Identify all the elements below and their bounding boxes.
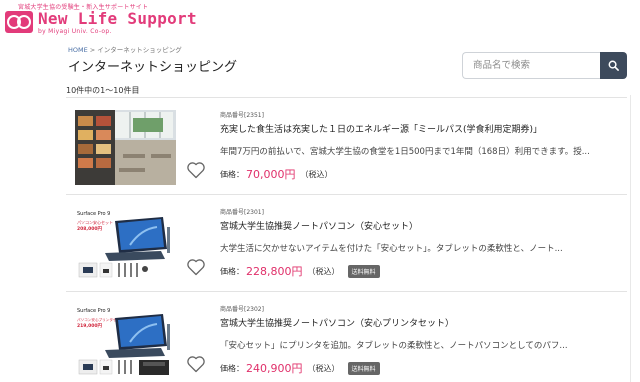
price-label: 価格： <box>220 363 244 373</box>
free-shipping-badge: 送料無料 <box>347 264 380 278</box>
cafeteria-photo-icon <box>75 110 176 185</box>
scroll-edge <box>630 95 631 382</box>
product-info: 商品番号[2351] 充実した食生活は充実した１日のエネルギー源「ミールパス(学… <box>220 110 620 157</box>
price-value: 70,000円 <box>246 168 296 181</box>
product-list: 商品番号[2351] 充実した食生活は充実した１日のエネルギー源「ミールパス(学… <box>66 97 627 382</box>
price-row: 価格： 240,900円 （税込） 送料無料 <box>220 360 380 376</box>
image-brand-text: Surface Pro 9 <box>77 211 110 217</box>
breadcrumb-separator: > <box>89 46 96 54</box>
laptop-photo-icon: Surface Pro 9 パソコン安心セット 208,000円 <box>75 207 176 282</box>
product-item[interactable]: 商品番号[2351] 充実した食生活は充実した１日のエネルギー源「ミールパス(学… <box>66 98 627 195</box>
product-image-laptop-printer-set[interactable]: Surface Pro 9 パソコン安心プリンタセット 219,000円 <box>75 304 176 379</box>
image-set-price: 219,000円 <box>77 322 102 329</box>
product-description: 大学生活に欠かせないアイテムを付けた「安心セット」。タブレットの柔軟性と、ノート… <box>220 244 563 254</box>
favorite-heart-icon[interactable] <box>186 354 206 374</box>
tax-label: （税込） <box>307 363 340 373</box>
product-name-link[interactable]: 充実した食生活は充実した１日のエネルギー源「ミールパス(学食利用定期券)」 <box>220 122 620 135</box>
product-image-laptop-set[interactable]: Surface Pro 9 パソコン安心セット 208,000円 <box>75 207 176 282</box>
result-count: 10件中の1～10件目 <box>66 86 140 95</box>
product-id: 商品番号[2302] <box>220 306 264 313</box>
product-info: 商品番号[2301] 宮城大学生協推奨ノートパソコン（安心セット） 大学生活に欠… <box>220 207 620 254</box>
breadcrumb-home-link[interactable]: HOME <box>68 46 88 54</box>
price-value: 228,800円 <box>246 265 303 278</box>
search-icon <box>608 60 619 71</box>
coop-logo-icon <box>5 11 33 33</box>
product-image-mealpass[interactable] <box>75 110 176 185</box>
product-name-link[interactable]: 宮城大学生協推奨ノートパソコン（安心セット） <box>220 219 620 232</box>
free-shipping-badge: 送料無料 <box>347 361 380 375</box>
logo-title: New Life Support <box>38 9 197 28</box>
tax-label: （税込） <box>300 169 333 179</box>
product-id: 商品番号[2301] <box>220 209 264 216</box>
product-name-link[interactable]: 宮城大学生協推奨ノートパソコン（安心プリンタセット） <box>220 316 620 329</box>
search-button[interactable] <box>600 52 627 79</box>
image-set-price: 208,000円 <box>77 225 102 232</box>
search-input[interactable] <box>462 52 601 79</box>
price-row: 価格： 70,000円 （税込） <box>220 166 333 182</box>
breadcrumb-current: インターネットショッピング <box>97 46 182 54</box>
product-item[interactable]: Surface Pro 9 パソコン安心プリンタセット 219,000円 商品番… <box>66 292 627 382</box>
price-label: 価格： <box>220 266 244 276</box>
laptop-printer-photo-icon: Surface Pro 9 パソコン安心プリンタセット 219,000円 <box>75 304 176 379</box>
page-title: インターネットショッピング <box>68 60 238 75</box>
logo-subtitle: by Miyagi Univ. Co-op. <box>38 28 112 35</box>
product-item[interactable]: Surface Pro 9 パソコン安心セット 208,000円 商品番号[23… <box>66 195 627 292</box>
price-label: 価格： <box>220 169 244 179</box>
image-brand-text: Surface Pro 9 <box>77 308 110 314</box>
price-row: 価格： 228,800円 （税込） 送料無料 <box>220 263 380 279</box>
favorite-heart-icon[interactable] <box>186 160 206 180</box>
product-description: 年間7万円の前払いで、宮城大学生協の食堂を1日500円まで1年間（168日）利用… <box>220 147 590 157</box>
price-value: 240,900円 <box>246 362 303 375</box>
product-description: 「安心セット」にプリンタを追加。タブレットの柔軟性と、ノートパソコンとしてのパフ… <box>220 341 568 351</box>
favorite-heart-icon[interactable] <box>186 257 206 277</box>
image-set-name: パソコン安心セット <box>77 219 113 225</box>
product-id: 商品番号[2351] <box>220 112 264 119</box>
breadcrumb: HOME > インターネットショッピング <box>68 44 182 54</box>
product-info: 商品番号[2302] 宮城大学生協推奨ノートパソコン（安心プリンタセット） 「安… <box>220 304 620 351</box>
tax-label: （税込） <box>307 266 340 276</box>
site-logo[interactable]: 宮城大学生協の受験生・新入生サポートサイト New Life Support b… <box>4 2 197 36</box>
